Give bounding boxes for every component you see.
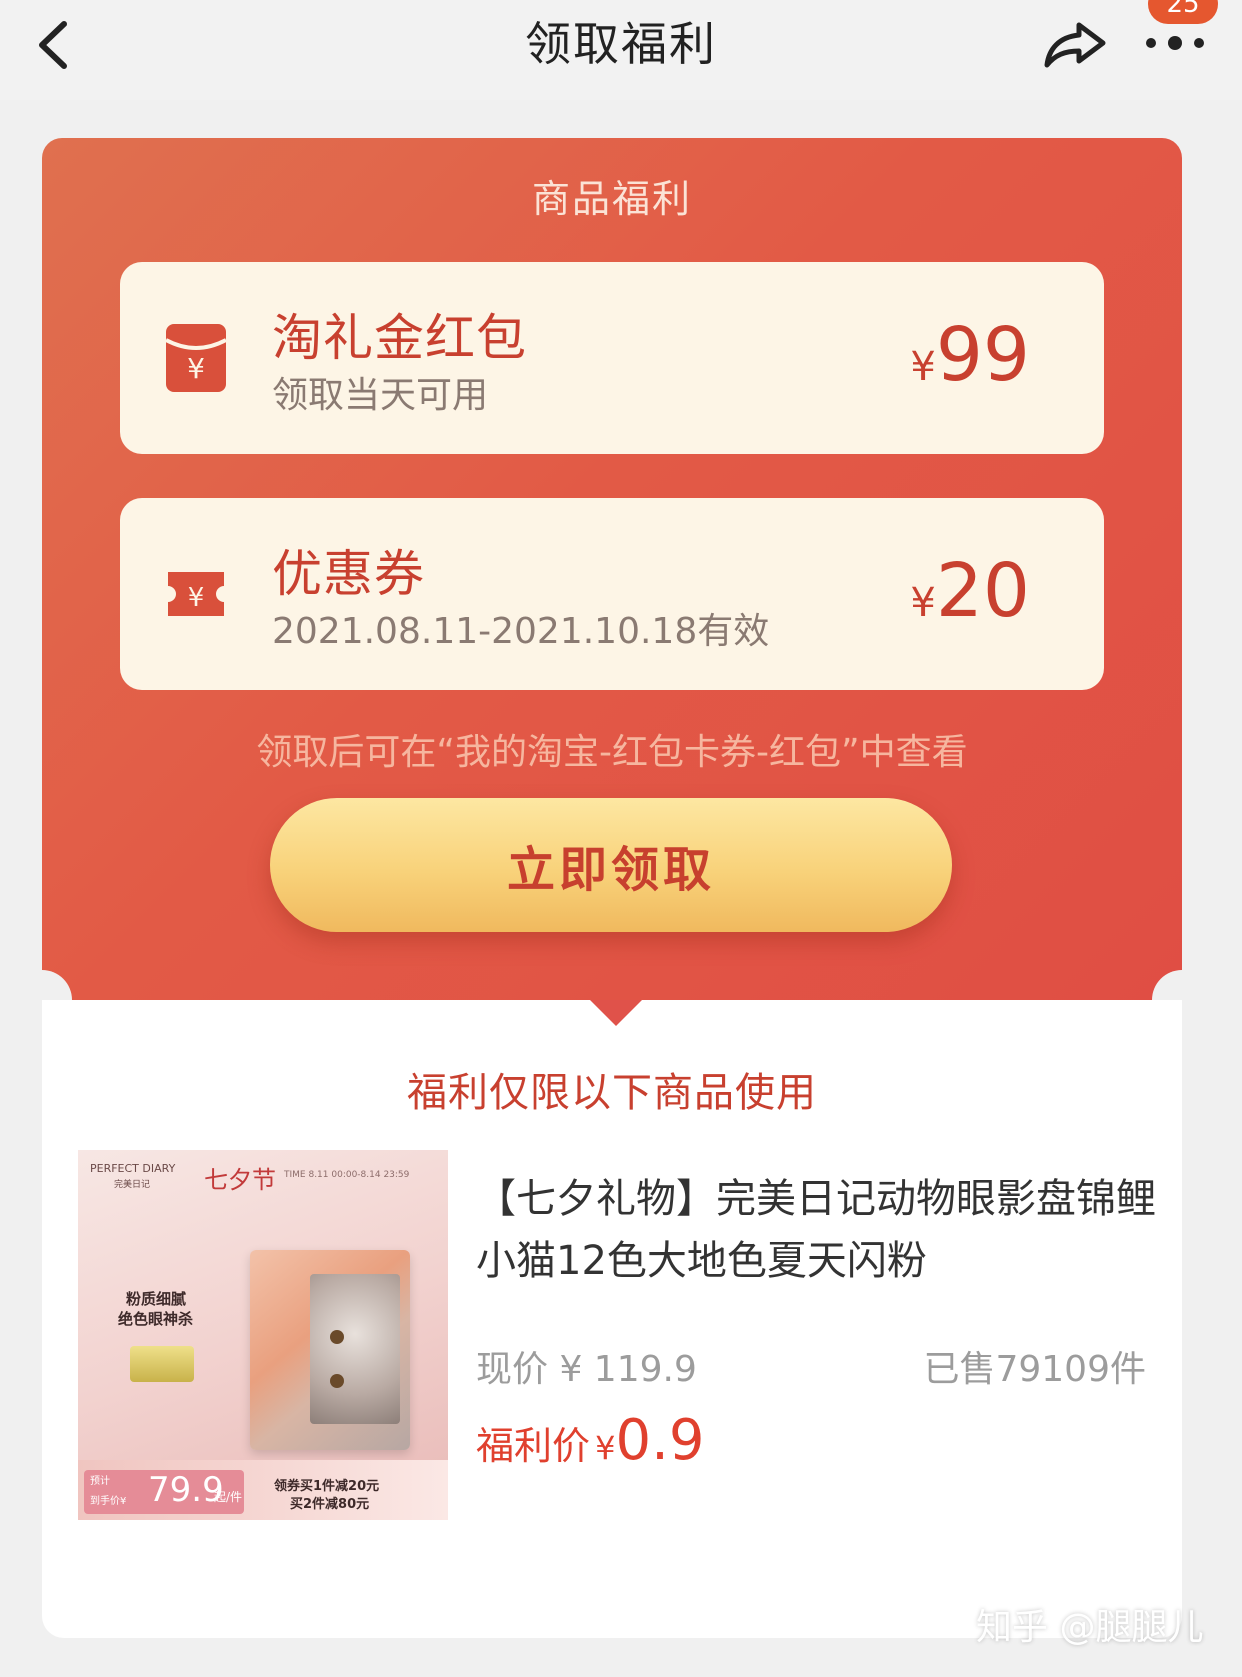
benefit-name: 优惠券: [272, 545, 425, 603]
benefit-coupon: ¥ 优惠券 2021.08.11-2021.10.18有效 ¥20: [120, 498, 1104, 690]
product-image-footer: 预计 到手价¥ 79.9 起/件 领券买1件减20元 买2件减80元: [78, 1460, 448, 1520]
product-image-brand-cn: 完美日记: [114, 1180, 151, 1190]
benefit-red-envelope: ¥ 淘礼金红包 领取当天可用 ¥99: [120, 262, 1104, 454]
product-image-brand: PERFECT DIARY: [90, 1162, 176, 1175]
welfare-note: 领取后可在“我的淘宝-红包卡券-红包”中查看: [256, 732, 968, 773]
svg-text:¥: ¥: [187, 352, 205, 385]
product-image-slogan: 粉质细腻: [126, 1290, 187, 1308]
share-button[interactable]: [1040, 14, 1110, 74]
benefit-amount: ¥20: [910, 548, 1030, 634]
cat-eye: [330, 1374, 344, 1388]
product-image-est-label: 到手价¥: [90, 1496, 127, 1507]
currency-symbol: ¥: [910, 580, 936, 626]
product-image-slogan: 绝色眼神杀: [118, 1310, 194, 1328]
benefit-name: 淘礼金红包: [272, 309, 527, 367]
coupon-ticket-icon: ¥: [168, 572, 224, 616]
goods-title: 福利仅限以下商品使用: [407, 1070, 817, 1116]
product-image-time: TIME 8.11 00:00-8.14 23:59: [284, 1170, 410, 1180]
product-image[interactable]: PERFECT DIARY 完美日记 七夕节 TIME 8.11 00:00-8…: [78, 1150, 448, 1520]
product-welfare-price: 福利价 ¥0.9: [476, 1408, 705, 1473]
currency-symbol: ¥: [595, 1429, 616, 1467]
benefit-validity: 领取当天可用: [272, 375, 489, 416]
claim-button[interactable]: 立即领取: [270, 798, 952, 932]
product-image-festival: 七夕节: [204, 1166, 276, 1194]
nav-bar: 领取福利 25: [0, 0, 1242, 100]
notification-badge: 25: [1148, 0, 1218, 24]
product-image-coupon: 领券买1件减20元: [274, 1479, 380, 1494]
welfare-card: 商品福利 ¥ 淘礼金红包 领取当天可用 ¥99 ¥ 优惠券 2021.08.11…: [42, 138, 1182, 1000]
cat-graphic: [310, 1274, 400, 1424]
product-image-est-label: 预计: [90, 1476, 110, 1487]
welfare-title: 商品福利: [531, 177, 692, 221]
goods-card: 福利仅限以下商品使用 PERFECT DIARY 完美日记 七夕节 TIME 8…: [42, 1000, 1182, 1638]
amount-value: 99: [935, 312, 1030, 398]
welfare-price-label: 福利价: [476, 1424, 591, 1468]
currency-symbol: ¥: [910, 344, 936, 390]
more-dots-icon: [1146, 36, 1204, 50]
watermark: 知乎 @腿腿儿: [976, 1607, 1204, 1648]
product-name[interactable]: 【七夕礼物】完美日记动物眼影盘锦鲤小猫12色大地色夏天闪粉: [476, 1168, 1156, 1292]
benefit-validity: 2021.08.11-2021.10.18有效: [272, 611, 770, 652]
share-icon: [1044, 22, 1106, 68]
svg-text:¥: ¥: [188, 583, 205, 613]
cat-eye: [330, 1330, 344, 1344]
amount-value: 20: [935, 548, 1030, 634]
welfare-price-value: 0.9: [615, 1408, 705, 1473]
product-image-price-unit: 起/件: [214, 1490, 243, 1504]
benefit-amount: ¥99: [910, 312, 1030, 398]
tmall-badge-icon: [130, 1346, 194, 1382]
product-image-price-tag: 预计 到手价¥ 79.9 起/件: [84, 1470, 244, 1514]
more-button[interactable]: [1140, 18, 1210, 68]
product-current-price: 现价 ¥ 119.9: [476, 1349, 697, 1390]
product-image-price: 79.9: [148, 1470, 224, 1510]
product-image-coupon: 买2件减80元: [290, 1497, 370, 1512]
pointer-triangle: [590, 1000, 642, 1026]
red-envelope-icon: ¥: [165, 324, 227, 392]
product-sold-count: 已售79109件: [923, 1349, 1146, 1390]
